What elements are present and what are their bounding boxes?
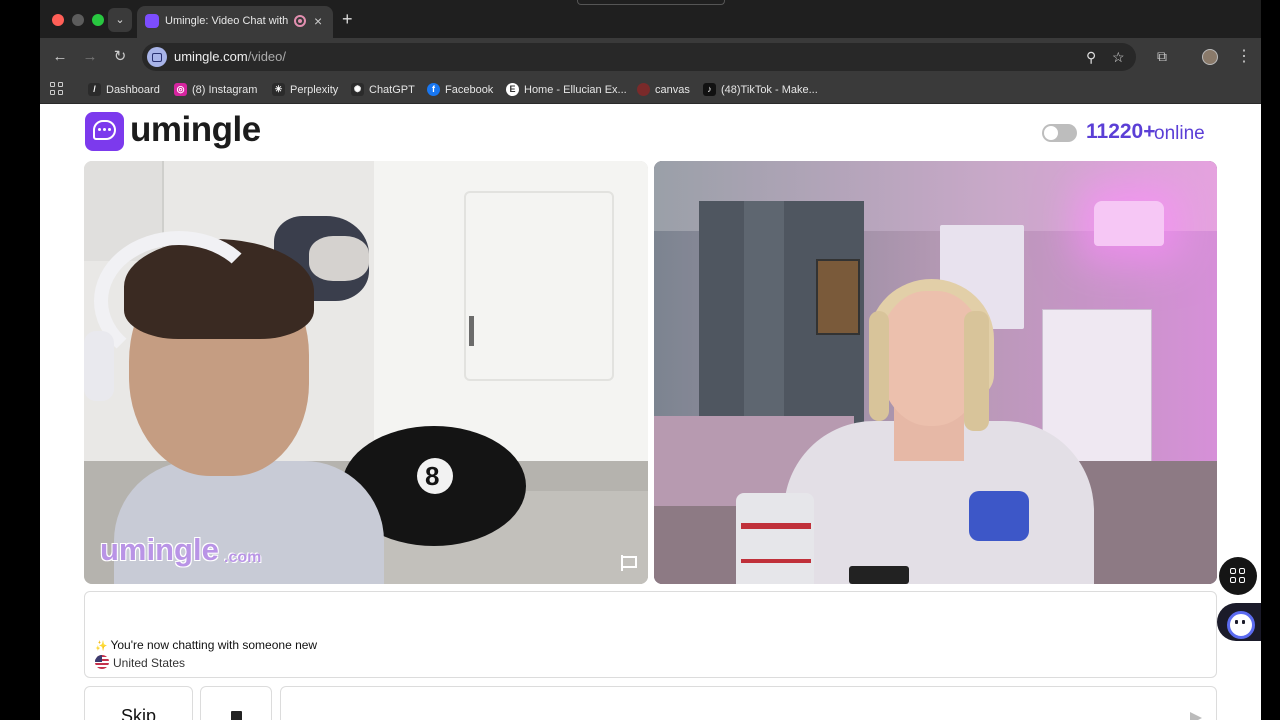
partner-country: United States [95, 655, 185, 670]
canvas-icon [637, 83, 650, 96]
tab-umingle[interactable]: Umingle: Video Chat with × [137, 6, 333, 38]
sparkles-icon: ✨ [95, 641, 108, 652]
forward-button[interactable]: → [80, 47, 100, 67]
apps-menu-button[interactable] [1219, 557, 1257, 595]
browser-menu-icon[interactable]: ⋮ [1236, 46, 1252, 66]
window-close-button[interactable] [52, 14, 64, 26]
address-bar[interactable]: umingle.com/video/ ⚲ ☆ [142, 43, 1136, 71]
bookmarks-bar: / Dashboard ◎ (8) Instagram ✳ Perplexity… [40, 76, 1261, 104]
url-domain: umingle.com [174, 49, 248, 64]
online-label: online [1154, 123, 1205, 144]
instagram-icon: ◎ [174, 83, 187, 96]
extensions-icon[interactable]: ⧉ [1157, 48, 1167, 65]
self-video: umingle .com [84, 161, 648, 584]
facebook-icon: f [427, 83, 440, 96]
chat-log: ✨ You're now chatting with someone new Un… [84, 591, 1217, 678]
browser-toolbar: ← → ↻ umingle.com/video/ ⚲ ☆ ⧉ ⋮ [40, 38, 1261, 76]
tiktok-icon: ♪ [703, 83, 716, 96]
perplexity-icon: ✳ [272, 83, 285, 96]
video-watermark: umingle [100, 532, 219, 567]
umingle-logo-icon[interactable] [85, 112, 124, 151]
message-input[interactable] [280, 686, 1217, 720]
browser-window: ⌄ Umingle: Video Chat with × + ← → ↻ umi… [40, 0, 1261, 720]
online-count: 11220+ [1086, 120, 1156, 143]
report-flag-icon[interactable] [620, 555, 637, 571]
bookmark-label: (8) Instagram [192, 84, 258, 96]
site-logo-text[interactable]: umingle [130, 110, 261, 150]
us-flag-icon [95, 655, 109, 669]
chat-status-message: ✨ You're now chatting with someone new [95, 638, 317, 652]
tab-title: Umingle: Video Chat with [165, 15, 289, 27]
partner-video [654, 161, 1217, 584]
stop-button[interactable] [200, 686, 272, 720]
camera-notch [577, 0, 725, 5]
recording-indicator-icon [294, 15, 306, 27]
chatgpt-icon: ✺ [351, 83, 364, 96]
theme-toggle[interactable] [1042, 124, 1077, 142]
bookmark-label: Dashboard [106, 84, 160, 96]
apps-grid-icon[interactable] [50, 82, 64, 96]
window-minimize-button[interactable] [72, 14, 84, 26]
url-path: /video/ [247, 49, 287, 64]
bookmark-label: ChatGPT [369, 84, 415, 96]
chat-status-text: You're now chatting with someone new [110, 638, 318, 652]
tab-close-button[interactable]: × [314, 13, 322, 29]
send-icon[interactable] [1190, 712, 1202, 720]
assistant-bot-icon[interactable] [1217, 603, 1261, 641]
tab-bar: ⌄ Umingle: Video Chat with × + [40, 0, 1261, 38]
skip-button[interactable]: Skip [84, 686, 193, 720]
zoom-icon[interactable]: ⚲ [1086, 48, 1096, 66]
profile-avatar[interactable] [1202, 49, 1218, 65]
bookmark-label: Perplexity [290, 84, 339, 96]
reload-button[interactable]: ↻ [110, 47, 130, 67]
back-button[interactable]: ← [50, 47, 70, 67]
ellucian-icon: E [506, 83, 519, 96]
bookmark-label: (48)TikTok - Make... [721, 84, 818, 96]
tab-search-button[interactable]: ⌄ [108, 8, 132, 32]
window-maximize-button[interactable] [92, 14, 104, 26]
bookmark-label: Home - Ellucian Ex... [524, 84, 627, 96]
video-watermark-domain: .com [224, 549, 262, 566]
umingle-favicon-icon [145, 14, 159, 28]
bookmark-label: canvas [655, 84, 690, 96]
url-text[interactable]: umingle.com/video/ [174, 49, 286, 64]
bookmark-star-icon[interactable]: ☆ [1112, 48, 1125, 66]
new-tab-button[interactable]: + [342, 9, 353, 29]
partner-country-label: United States [113, 656, 186, 670]
bookmark-label: Facebook [445, 84, 494, 96]
site-info-icon[interactable] [147, 47, 167, 67]
dashboard-icon: / [88, 83, 101, 96]
